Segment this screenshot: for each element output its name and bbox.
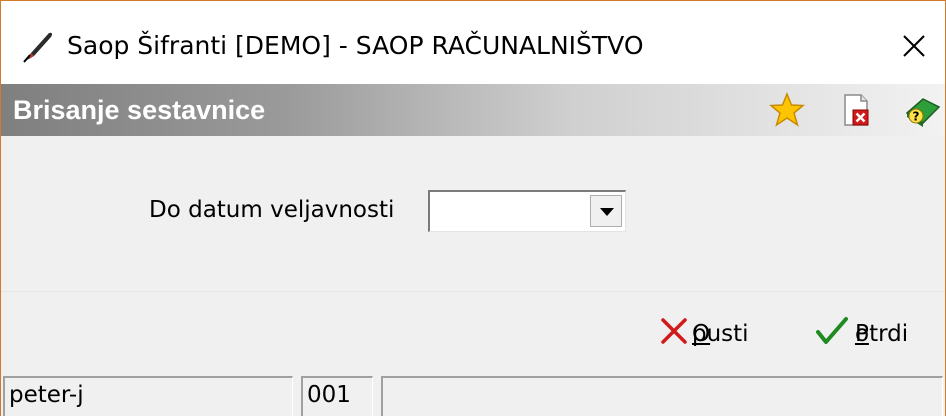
status-user: peter-j [3, 376, 293, 416]
dialog-heading: Brisanje sestavnice [13, 95, 266, 125]
window-title: Saop Šifranti [DEMO] - SAOP RAČUNALNIŠTV… [67, 31, 644, 60]
title-bar: Saop Šifranti [DEMO] - SAOP RAČUNALNIŠTV… [1, 1, 945, 84]
button-bar: Opusti Potrdi [1, 292, 945, 370]
quill-pen-icon [23, 32, 53, 63]
checkmark-icon [816, 317, 848, 344]
delete-document-icon[interactable] [837, 91, 875, 129]
help-book-icon[interactable]: ? [903, 91, 941, 129]
dialog-window: Saop Šifranti [DEMO] - SAOP RAČUNALNIŠTV… [0, 0, 946, 416]
status-company: 001 [301, 376, 373, 416]
close-icon [903, 35, 925, 57]
cross-icon [661, 318, 687, 344]
close-button[interactable] [889, 25, 939, 67]
form-area: Do datum veljavnosti [1, 136, 945, 291]
chevron-down-icon [600, 208, 614, 216]
cancel-button[interactable]: Opusti [659, 314, 789, 350]
dialog-header: Brisanje sestavnice ? [1, 84, 945, 136]
confirm-button[interactable]: Potrdi [815, 314, 940, 350]
valid-until-label: Do datum veljavnosti [149, 197, 395, 223]
date-dropdown-button[interactable] [590, 195, 622, 227]
svg-text:?: ? [913, 110, 920, 124]
status-bar: peter-j 001 [1, 370, 945, 416]
valid-until-date-combobox[interactable] [428, 190, 626, 232]
status-info [381, 376, 943, 416]
star-icon[interactable] [768, 91, 806, 129]
